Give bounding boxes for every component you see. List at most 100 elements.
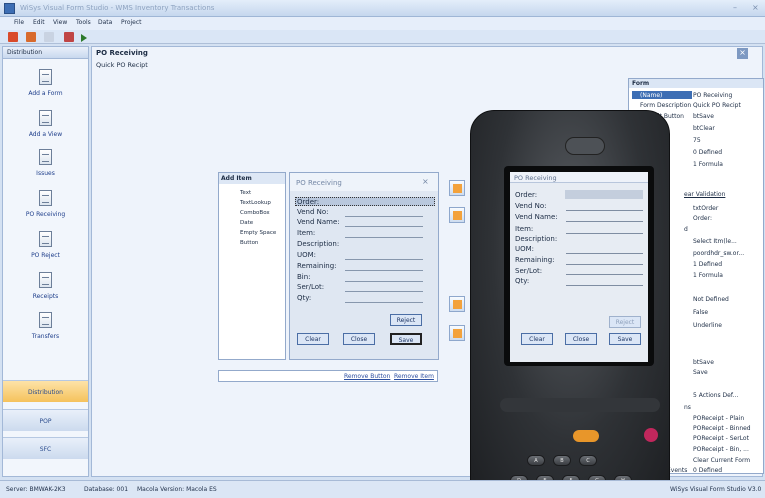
arrow-left-icon (453, 329, 462, 338)
prop-value[interactable]: 1 Formula (693, 161, 723, 168)
device-input-line[interactable] (566, 274, 643, 275)
prop-value[interactable]: 1 Defined (693, 261, 722, 268)
nav-section-sfc[interactable]: SFC (3, 437, 88, 459)
device-field-label: Description: (515, 235, 558, 243)
remove-item-link[interactable]: Remove Item (394, 373, 434, 380)
prop-value[interactable]: btSave (693, 113, 714, 120)
arrow-up-icon (453, 184, 462, 193)
close-document-icon[interactable]: × (737, 48, 748, 59)
device-order-input[interactable] (565, 190, 643, 199)
run-icon[interactable] (81, 34, 87, 42)
device-key-c[interactable]: C (579, 455, 597, 466)
move-left-button[interactable] (449, 325, 465, 341)
save-button[interactable]: Save (390, 333, 422, 345)
prop-value[interactable]: 5 Actions Def... (693, 392, 738, 399)
delete-icon[interactable] (64, 32, 74, 42)
prop-value[interactable]: 75 (693, 137, 701, 144)
prop-value[interactable]: btClear (693, 125, 715, 132)
prop-value[interactable]: Quick PO Recipt (693, 102, 741, 109)
menu-project[interactable]: Project (121, 19, 142, 26)
device-input-line[interactable] (566, 221, 643, 222)
prop-value[interactable]: 1 Formula (693, 272, 723, 279)
nav-item-po-receiving[interactable]: PO Receiving (3, 190, 88, 228)
action-item[interactable]: POReceipt - Bin, ... (693, 446, 749, 453)
new-form-icon[interactable] (8, 32, 18, 42)
menu-edit[interactable]: Edit (33, 19, 45, 26)
device-input-line[interactable] (566, 264, 643, 265)
add-item-option[interactable]: TextLookup (240, 200, 271, 206)
add-item-option[interactable]: Date (240, 220, 253, 226)
field-label-bin: Bin: (297, 273, 311, 281)
remaining-input[interactable] (345, 270, 423, 271)
nav-item-add-form[interactable]: Add a Form (3, 69, 88, 107)
bin-input[interactable] (345, 281, 423, 282)
device-clear-button[interactable]: Clear (521, 333, 553, 345)
add-item-option[interactable]: Button (240, 240, 258, 246)
prop-value[interactable]: Save (693, 369, 708, 376)
nav-item-transfers[interactable]: Transfers (3, 312, 88, 350)
action-item[interactable]: Clear Current Form (693, 457, 750, 464)
field-label-uom: UOM: (297, 251, 317, 259)
prop-value[interactable]: PO Receiving (693, 92, 732, 99)
move-up-button[interactable] (449, 180, 465, 196)
vend-name-input[interactable] (345, 226, 423, 227)
nav-item-issues[interactable]: Issues (3, 149, 88, 187)
device-input-line[interactable] (566, 253, 643, 254)
device-close-button[interactable]: Close (565, 333, 597, 345)
action-item[interactable]: POReceipt - Plain (693, 415, 744, 422)
field-label-ser-lot: Ser/Lot: (297, 283, 325, 291)
prop-value[interactable]: False (693, 309, 708, 316)
nav-item-receipts[interactable]: Receipts (3, 272, 88, 310)
nav-section-pop[interactable]: POP (3, 409, 88, 431)
close-window-icon[interactable]: × (752, 3, 759, 12)
device-key-a[interactable]: A (527, 455, 545, 466)
prop-value[interactable]: txtOrder (693, 205, 718, 212)
clear-button[interactable]: Clear (297, 333, 329, 345)
nav-item-add-view[interactable]: Add a View (3, 110, 88, 148)
device-input-line[interactable] (566, 285, 643, 286)
device-field-label: Vend No: (515, 202, 547, 210)
device-input-line[interactable] (566, 210, 643, 211)
menu-view[interactable]: View (53, 19, 67, 26)
device-input-line[interactable] (566, 233, 643, 234)
minimize-icon[interactable]: – (733, 3, 737, 12)
save-icon[interactable] (44, 32, 54, 42)
add-item-option[interactable]: Empty Space (240, 230, 276, 236)
menu-tools[interactable]: Tools (76, 19, 91, 26)
prop-value[interactable]: 0 Defined (693, 149, 722, 156)
prop-value[interactable]: Underline (693, 322, 722, 329)
device-power-key[interactable] (644, 428, 658, 442)
prop-value[interactable]: Not Defined (693, 296, 729, 303)
device-save-button[interactable]: Save (609, 333, 641, 345)
arrow-right-icon (453, 300, 462, 309)
item-input[interactable] (345, 237, 423, 238)
action-item[interactable]: POReceipt - SerLot (693, 435, 749, 442)
remove-button-link[interactable]: Remove Button (344, 373, 390, 380)
nav-section-distribution[interactable]: Distribution (3, 380, 88, 402)
uom-input[interactable] (345, 259, 423, 260)
move-down-button[interactable] (449, 207, 465, 223)
qty-input[interactable] (345, 302, 423, 303)
reject-button[interactable]: Reject (390, 314, 422, 326)
prop-value[interactable]: Select Itm(le... (693, 238, 737, 245)
close-icon[interactable]: × (422, 177, 429, 186)
open-icon[interactable] (26, 32, 36, 42)
events-value[interactable]: 0 Defined (693, 467, 722, 474)
add-item-option[interactable]: ComboBox (240, 210, 270, 216)
prop-value[interactable]: Order: (693, 215, 712, 222)
menu-file[interactable]: File (14, 19, 24, 26)
add-item-option[interactable]: Text (240, 190, 251, 196)
nav-item-po-reject[interactable]: PO Reject (3, 231, 88, 269)
device-scan-key[interactable] (573, 430, 599, 442)
prop-value[interactable]: btSave (693, 359, 714, 366)
vend-no-input[interactable] (345, 216, 423, 217)
action-item[interactable]: POReceipt - Binned (693, 425, 751, 432)
close-button[interactable]: Close (343, 333, 375, 345)
menu-data[interactable]: Data (98, 19, 112, 26)
device-reject-button[interactable]: Reject (609, 316, 641, 328)
ser-lot-input[interactable] (345, 291, 423, 292)
prop-value[interactable]: poordhdr_sw.or... (693, 250, 744, 257)
document-icon (39, 149, 52, 165)
device-key-b[interactable]: B (553, 455, 571, 466)
move-right-button[interactable] (449, 296, 465, 312)
